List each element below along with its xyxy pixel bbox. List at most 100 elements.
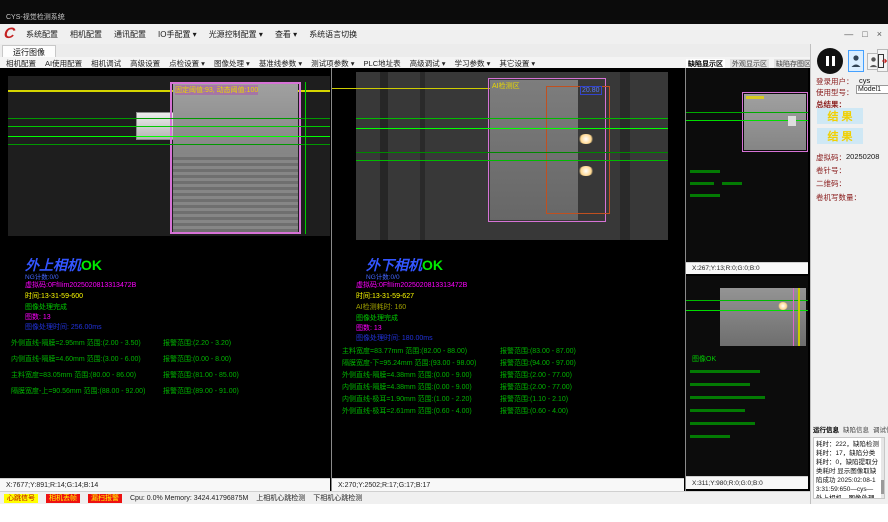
tab-run-info[interactable]: 运行信息 <box>813 424 839 434</box>
overlay-line <box>356 118 668 119</box>
overlay-label-mark <box>746 96 764 99</box>
login-user-value: cys <box>859 76 870 85</box>
needle-label: 卷针号： <box>816 165 846 176</box>
threshold-overlay-text: 固定阈值:93, 动态阈值:100 <box>175 85 258 95</box>
tab-defect-save[interactable]: 缺陷存图区 <box>774 59 813 69</box>
overlay-line <box>793 288 794 346</box>
window-title: CYS-视觉检测系统 <box>6 12 65 22</box>
window-controls: — □ × <box>844 24 882 44</box>
left-camera-view[interactable]: 固定阈值:93, 动态阈值:100 外上相机OK NG计数:0/0 虚拟码:0F… <box>0 68 330 478</box>
app-window: CYS-视觉检测系统 C 系统配置 相机配置 通讯配置 IO手配置 ▾ 光源控制… <box>0 0 888 522</box>
menu-item-language-switch[interactable]: 系统语言切换 <box>309 29 357 40</box>
value-badge: 20.80 <box>580 86 602 95</box>
overlay-line <box>356 152 668 153</box>
close-icon[interactable]: × <box>877 29 882 39</box>
measurement-alarm: 报警范围:(1.10 - 2.10) <box>500 394 568 404</box>
tab-row: 运行图像 <box>0 44 810 57</box>
log-scrollbar[interactable] <box>881 438 884 498</box>
middle-camera-view[interactable]: AI检测区 20.80 外下相机OK NG计数:0/0 虚拟码:0FfIIim2… <box>332 68 684 478</box>
minimize-icon[interactable]: — <box>844 29 853 39</box>
overlay-line <box>356 128 668 129</box>
measurement-text: 内侧直线-隔膜=4.38mm 范围:(0.00 - 9.00) <box>342 382 472 392</box>
result-ok: OK <box>81 257 102 273</box>
scrollbar-thumb[interactable] <box>881 480 884 494</box>
tiny-text-row <box>690 409 745 412</box>
time-text: 时间:13-31-59-600 <box>25 291 83 301</box>
tab-defect-display[interactable]: 缺陷显示区 <box>686 59 725 69</box>
time-text: 时间:13-31-59-627 <box>356 291 414 301</box>
exit-button[interactable] <box>877 49 888 72</box>
menu-item-light-config[interactable]: 光源控制配置 ▾ <box>209 29 263 40</box>
tiny-text-row <box>690 170 720 173</box>
defect-view-top[interactable] <box>686 68 808 262</box>
measurement-text: 主料宽度=83.77mm 范围:(82.00 - 88.00) <box>342 346 467 356</box>
measurement-text: 外侧直线-极耳=2.61mm 范围:(0.60 - 4.00) <box>342 406 472 416</box>
measurement-text: 主料宽度=83.05mm 范围:(80.00 - 86.00) <box>11 370 136 380</box>
tab-defect-info[interactable]: 缺陷信息 <box>843 424 869 434</box>
status-bar: 心跳信号 相机丢帧 漏扫报警 Cpu: 0.0% Memory: 3424.41… <box>0 491 810 504</box>
measurement-text: 隔膜宽度-下=95.24mm 范围:(93.00 - 98.00) <box>342 358 476 368</box>
roi-box <box>742 92 808 152</box>
measurement-text: 隔膜宽度-上=90.56mm 范围:(88.00 - 92.00) <box>11 386 145 396</box>
overlay-line <box>686 112 808 113</box>
upper-heartbeat-text: 上相机心跳检测 <box>256 493 305 503</box>
pause-button[interactable] <box>817 48 843 74</box>
menu-item-camera-config[interactable]: 相机配置 <box>70 29 102 40</box>
overlay-line <box>8 144 330 145</box>
defect-view-bottom[interactable]: 图像OK <box>686 276 808 476</box>
model-select[interactable]: Model1 <box>856 85 888 94</box>
machine-edge <box>420 72 425 240</box>
pause-icon <box>832 56 835 66</box>
machine-edge <box>380 72 388 240</box>
menu-item-comm-config[interactable]: 通讯配置 <box>114 29 146 40</box>
tab-debug-info[interactable]: 调试信息 <box>873 424 888 434</box>
overlay-line <box>686 310 808 311</box>
ai-roi-box <box>546 86 610 214</box>
highlight-spot <box>778 302 788 310</box>
measurement-alarm: 报警范围:(0.00 - 8.00) <box>163 354 231 364</box>
exit-door-icon <box>878 54 887 68</box>
result-box-1: 结 果 <box>817 108 863 124</box>
user-login-button[interactable] <box>848 50 864 72</box>
ai-region-label: AI检测区 <box>492 81 520 91</box>
measurement-text: 内侧直线-隔膜=4.60mm 范围:(3.00 - 6.00) <box>11 354 141 364</box>
tiny-text-row <box>690 182 714 185</box>
maximize-icon[interactable]: □ <box>862 29 867 39</box>
barcode-text: 虚拟码:0FfIIim2025020813313472B <box>25 280 136 290</box>
barcode-text: 虚拟码:0FfIIim2025020813313472B <box>356 280 467 290</box>
overlay-line <box>8 126 330 127</box>
highlight-spot <box>578 166 594 176</box>
pause-icon <box>826 56 829 66</box>
measurement-alarm: 报警范围:(81.00 - 85.00) <box>163 370 239 380</box>
middle-coords-bar: X:270;Y:2502;R:17;G:17;B:17 <box>332 478 684 491</box>
model-label: 使用型号： <box>816 87 854 98</box>
tab-appearance-display[interactable]: 外观显示区 <box>730 59 769 69</box>
menu-bar: C 系统配置 相机配置 通讯配置 IO手配置 ▾ 光源控制配置 ▾ 查看 ▾ 系… <box>0 24 888 45</box>
tiny-text-row <box>690 194 720 197</box>
overlay-line <box>305 82 306 234</box>
write-count-label: 卷机写数量： <box>816 192 861 203</box>
menu-item-io-config[interactable]: IO手配置 ▾ <box>158 29 197 40</box>
user-icon <box>851 54 861 68</box>
measurement-alarm: 报警范围:(2.20 - 3.20) <box>163 338 231 348</box>
menu-item-system-config[interactable]: 系统配置 <box>26 29 58 40</box>
status-text: 图像处理完成 <box>356 313 398 323</box>
cpu-memory-text: Cpu: 0.0% Memory: 3424.41796875M <box>130 495 248 502</box>
menu-items: 系统配置 相机配置 通讯配置 IO手配置 ▾ 光源控制配置 ▾ 查看 ▾ 系统语… <box>26 24 357 44</box>
camera-drop-badge: 相机丢帧 <box>46 494 80 503</box>
overlay-line <box>332 88 490 89</box>
right-panel: 登录用户： cys 使用型号： Model1 总结果： 结 果 结 果 虚拟码：… <box>810 44 888 504</box>
highlight-spot <box>578 134 594 144</box>
lower-heartbeat-text: 下相机心跳检测 <box>313 493 362 503</box>
log-box: 耗时：222，缺陷检测耗时：17，缺陷分类耗时：0，缺陷提取分类耗时 显示图像取… <box>813 437 885 499</box>
ok-text: 图像OK <box>692 354 716 364</box>
app-logo-icon: C <box>3 25 16 42</box>
vcode-label: 虚拟码： <box>816 152 846 163</box>
proc-time: 图像处理时间: 256.00ms <box>25 322 102 332</box>
login-user-label: 登录用户： <box>816 76 854 87</box>
measurement-text: 外侧直线-隔膜=4.38mm 范围:(0.00 - 9.00) <box>342 370 472 380</box>
title-bar[interactable]: CYS-视觉检测系统 <box>0 0 888 24</box>
frame-count: 图数: 13 <box>25 312 51 322</box>
result-box-2: 结 果 <box>817 128 863 144</box>
menu-item-view[interactable]: 查看 ▾ <box>275 29 297 40</box>
